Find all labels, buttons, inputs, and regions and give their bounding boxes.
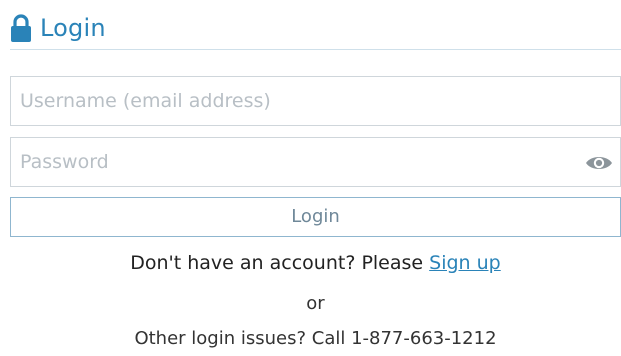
username-field-container [10,76,621,126]
password-field-container [10,137,621,187]
lock-icon [11,13,31,42]
password-input[interactable] [11,138,620,186]
login-header: Login [10,6,621,50]
page-title: Login [40,14,106,42]
or-separator: or [306,293,325,314]
login-button[interactable]: Login [10,197,621,237]
signup-link[interactable]: Sign up [429,252,501,274]
login-issues-text: Other login issues? Call 1-877-663-1212 [134,328,497,349]
signup-prompt: Don't have an account? Please [130,252,424,274]
signup-line: Don't have an account? Please Sign up [10,252,621,274]
eye-icon[interactable] [584,152,614,174]
username-input[interactable] [11,77,620,125]
